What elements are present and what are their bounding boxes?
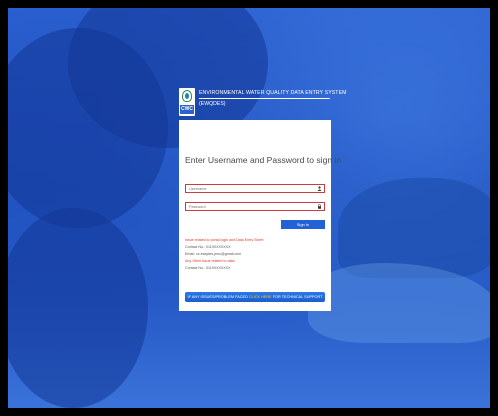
click-here-link[interactable]: CLICK HERE xyxy=(249,295,272,299)
contact-issue-text: Issue related to portal login and Data E… xyxy=(185,238,264,242)
login-card: Enter Username and Password to sign in S… xyxy=(179,120,341,311)
support-text-before: IF ANY ISSUES/PROBLEM FACED xyxy=(187,295,248,299)
logo-text: CWC xyxy=(180,105,194,114)
technical-support-button[interactable]: IF ANY ISSUES/PROBLEM FACED CLICK HERE F… xyxy=(185,292,325,302)
system-title: ENVIRONMENTAL WATER QUALITY DATA ENTRY S… xyxy=(199,90,347,96)
cwc-logo: CWC xyxy=(179,88,195,116)
sign-in-button[interactable]: Sign In xyxy=(281,220,325,229)
system-subtitle: (EWQDES) xyxy=(199,101,226,107)
password-input[interactable] xyxy=(186,203,309,210)
water-drop-icon xyxy=(185,93,189,99)
username-input[interactable] xyxy=(186,185,309,192)
support-text-after: FOR TECHNICAL SUPPORT xyxy=(272,295,323,299)
password-field[interactable] xyxy=(185,202,325,211)
title-divider xyxy=(199,98,330,99)
data-contact-number: Contact No.: 0119XXXXXXX xyxy=(185,266,231,270)
username-field[interactable] xyxy=(185,184,325,193)
contact-number: Contact No.: 0119XXXXXXX xyxy=(185,245,231,249)
brand-header: CWC ENVIRONMENTAL WATER QUALITY DATA ENT… xyxy=(179,88,346,118)
contact-email: Email: cc-ewqdes.pmu@gmail.com xyxy=(185,252,242,256)
login-heading: Enter Username and Password to sign in xyxy=(185,155,342,165)
data-issue-text: Any Other issue related to data xyxy=(185,259,235,263)
background-tree xyxy=(8,208,148,408)
user-icon xyxy=(317,186,322,191)
background-riverbank xyxy=(338,178,490,278)
lock-icon xyxy=(318,204,321,209)
